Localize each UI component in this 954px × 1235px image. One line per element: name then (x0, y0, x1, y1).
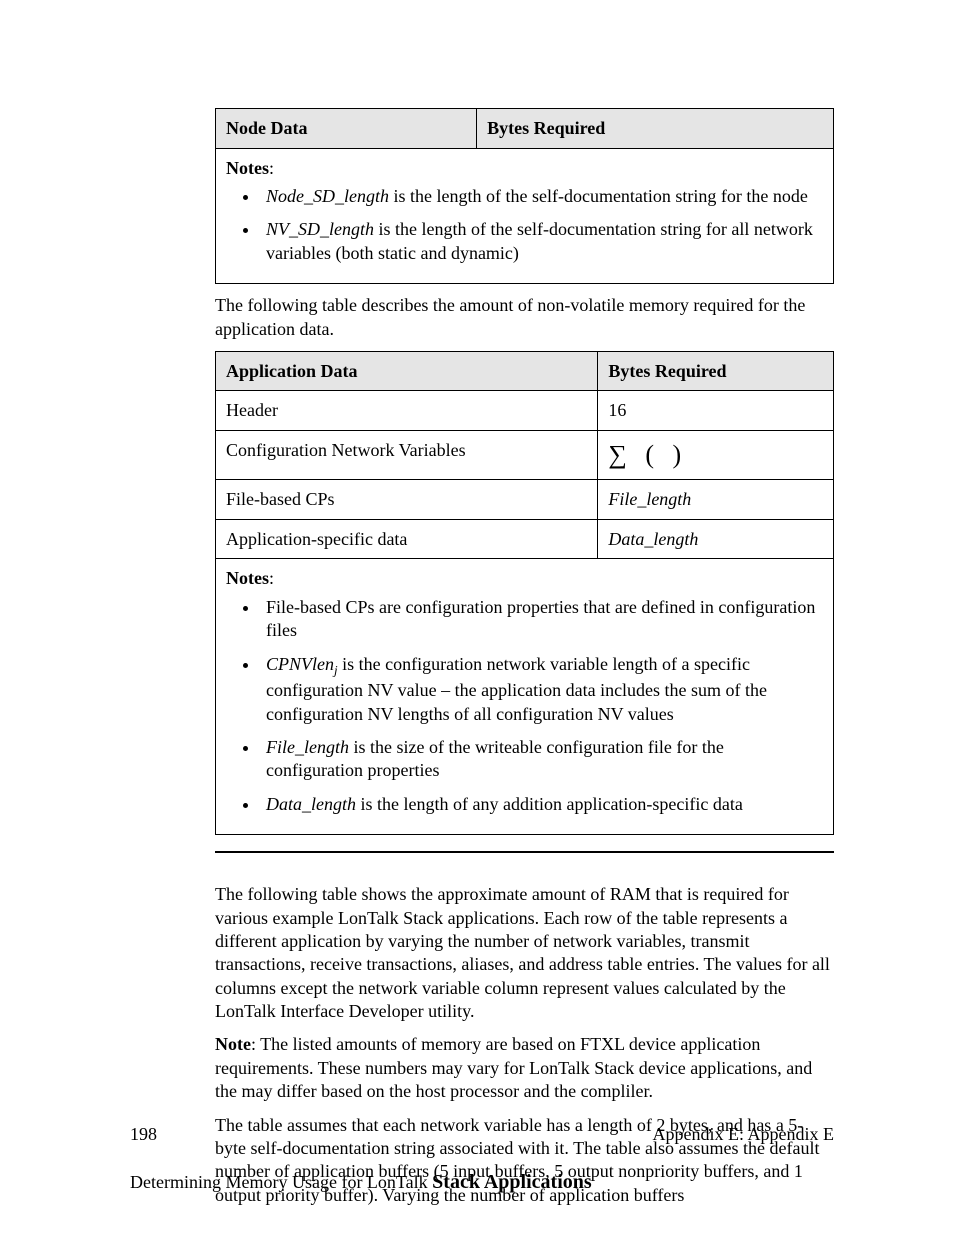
page-number: 198 (130, 1123, 157, 1146)
notes-cell: Notes: File-based CPs are configuration … (216, 559, 834, 835)
term-nv-sd-length: NV_SD_length (266, 219, 374, 239)
appendix-label: Appendix E: Appendix E (653, 1123, 834, 1146)
cell-appdata-label: Application-specific data (216, 519, 598, 559)
notes-list: Node_SD_length is the length of the self… (260, 185, 823, 265)
term-cpnvlen: CPNVlen (266, 654, 334, 674)
list-item: CPNVlenj is the configuration network va… (260, 653, 823, 726)
cell-file-cps-value: File_length (598, 480, 834, 520)
n2-rest: is the configuration network variable le… (266, 654, 767, 724)
term-file-length: File_length (266, 737, 349, 757)
cell-cnv-value: ∑ ( ) (598, 430, 834, 480)
n4-rest: is the length of any addition applicatio… (356, 794, 743, 814)
notes-cell: Notes: Node_SD_length is the length of t… (216, 148, 834, 284)
notes-label: Notes (226, 158, 269, 178)
cell-file-cps-label: File-based CPs (216, 480, 598, 520)
notes-label: Notes (226, 568, 269, 588)
page-footer: 198 Appendix E: Appendix E (0, 1123, 954, 1146)
running-title-strong: Stack Applications (432, 1171, 591, 1193)
application-data-table: Application Data Bytes Required Header 1… (215, 351, 834, 835)
table-row: Application-specific data Data_length (216, 519, 834, 559)
table-row: Configuration Network Variables ∑ ( ) (216, 430, 834, 480)
list-item: Data_length is the length of any additio… (260, 793, 823, 816)
p2-rest: : The listed amounts of memory are based… (215, 1034, 812, 1101)
page: Node Data Bytes Required Notes: Node_SD_… (0, 0, 954, 1235)
col-application-data: Application Data (216, 351, 598, 391)
notes-row: Notes: File-based CPs are configuration … (216, 559, 834, 835)
cell-header-label: Header (216, 391, 598, 431)
term-node-sd-length: Node_SD_length (266, 186, 389, 206)
term-data-length: Data_length (266, 794, 356, 814)
running-title-prefix: Determining Memory Usage for LonTalk (130, 1172, 432, 1192)
list-item: File-based CPs are configuration propert… (260, 596, 823, 643)
list-item: File_length is the size of the writeable… (260, 736, 823, 783)
cell-cnv-label: Configuration Network Variables (216, 430, 598, 480)
section-divider (215, 851, 834, 853)
table-header-row: Application Data Bytes Required (216, 351, 834, 391)
colon: : (269, 158, 274, 178)
table-header-row: Node Data Bytes Required (216, 109, 834, 149)
col-bytes-required: Bytes Required (598, 351, 834, 391)
col-node-data: Node Data (216, 109, 477, 149)
note1-rest: is the length of the self-documentation … (389, 186, 808, 206)
table-row: File-based CPs File_length (216, 480, 834, 520)
notes-row: Notes: Node_SD_length is the length of t… (216, 148, 834, 284)
body-para-2: Note: The listed amounts of memory are b… (215, 1033, 834, 1103)
colon: : (269, 568, 274, 588)
col-bytes-required: Bytes Required (477, 109, 834, 149)
list-item: Node_SD_length is the length of the self… (260, 185, 823, 208)
running-title: Determining Memory Usage for LonTalk Sta… (130, 1170, 592, 1195)
body-para-1: The following table shows the approximat… (215, 883, 834, 1023)
cell-appdata-value: Data_length (598, 519, 834, 559)
node-data-table: Node Data Bytes Required Notes: Node_SD_… (215, 108, 834, 284)
notes-list: File-based CPs are configuration propert… (260, 596, 823, 816)
list-item: NV_SD_length is the length of the self-d… (260, 218, 823, 265)
table-row: Header 16 (216, 391, 834, 431)
cell-header-value: 16 (598, 391, 834, 431)
intro-para-2: The following table describes the amount… (215, 294, 834, 341)
note-bold: Note (215, 1034, 251, 1054)
